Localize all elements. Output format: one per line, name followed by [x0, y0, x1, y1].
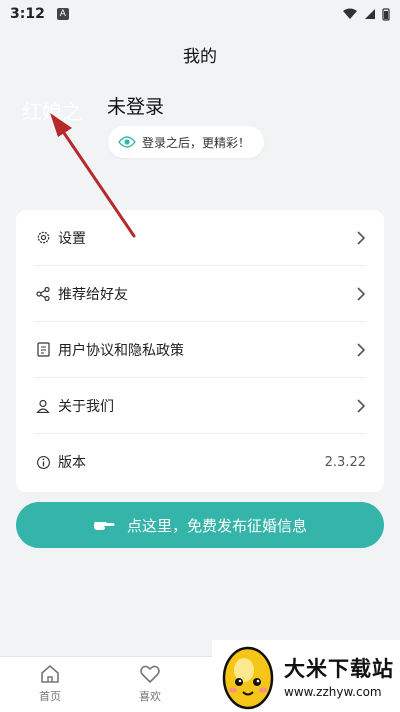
menu-item-share[interactable]: 推荐给好友 — [34, 266, 366, 322]
publish-button[interactable]: 点这里，免费发布征婚信息 — [16, 502, 384, 548]
wifi-icon — [343, 8, 357, 19]
chevron-right-icon — [357, 286, 366, 301]
chevron-right-icon — [357, 342, 366, 357]
nav-item-label: 首页 — [39, 690, 61, 703]
document-icon — [34, 341, 52, 359]
nav-item-home[interactable]: 首页 — [20, 663, 80, 704]
avatar[interactable]: 红娘之 — [22, 100, 82, 156]
battery-icon — [382, 7, 390, 21]
eye-icon — [118, 136, 136, 148]
menu-item-agreement[interactable]: 用户协议和隐私政策 — [34, 322, 366, 378]
chevron-right-icon — [357, 398, 366, 413]
version-value: 2.3.22 — [324, 454, 366, 470]
nav-item-label: 喜欢 — [139, 690, 161, 703]
share-icon — [34, 285, 52, 303]
menu-item-label: 用户协议和隐私政策 — [58, 342, 184, 359]
menu-item-version: 版本 2.3.22 — [34, 434, 366, 490]
menu-item-about[interactable]: 关于我们 — [34, 378, 366, 434]
info-icon — [34, 453, 52, 471]
chevron-right-icon — [357, 230, 366, 245]
mascot-logo — [222, 646, 274, 710]
signal-icon — [365, 9, 375, 19]
user-icon — [34, 397, 52, 415]
publish-label: 点这里，免费发布征婚信息 — [126, 516, 307, 535]
menu-card: 设置 推荐给好友 用户协议和隐私政策 关于我们 版本 2.3.22 — [16, 210, 384, 492]
heart-icon — [140, 665, 160, 683]
home-icon — [41, 665, 59, 683]
watermark: 大米下载站 www.zzhyw.com — [212, 640, 400, 712]
login-tip-button[interactable]: 登录之后，更精彩！ — [108, 126, 265, 158]
status-icons — [342, 7, 390, 21]
login-tip-label: 登录之后，更精彩！ — [142, 135, 251, 150]
gear-icon — [34, 229, 52, 247]
watermark-title: 大米下载站 — [284, 657, 394, 681]
menu-item-label: 版本 — [58, 455, 86, 471]
status-time: 3:12 — [10, 6, 45, 22]
watermark-url: www.zzhyw.com — [284, 685, 382, 699]
menu-item-label: 设置 — [58, 230, 86, 247]
page-title: 我的 — [183, 47, 217, 67]
notification-icon: A — [56, 8, 69, 20]
username[interactable]: 未登录 — [107, 92, 164, 119]
status-bar: 3:12 A — [0, 0, 400, 28]
menu-item-settings[interactable]: 设置 — [34, 210, 366, 266]
pointing-hand-icon — [93, 522, 115, 530]
menu-item-label: 关于我们 — [58, 398, 114, 415]
menu-item-label: 推荐给好友 — [58, 286, 128, 303]
nav-item-like[interactable]: 喜欢 — [120, 663, 180, 704]
